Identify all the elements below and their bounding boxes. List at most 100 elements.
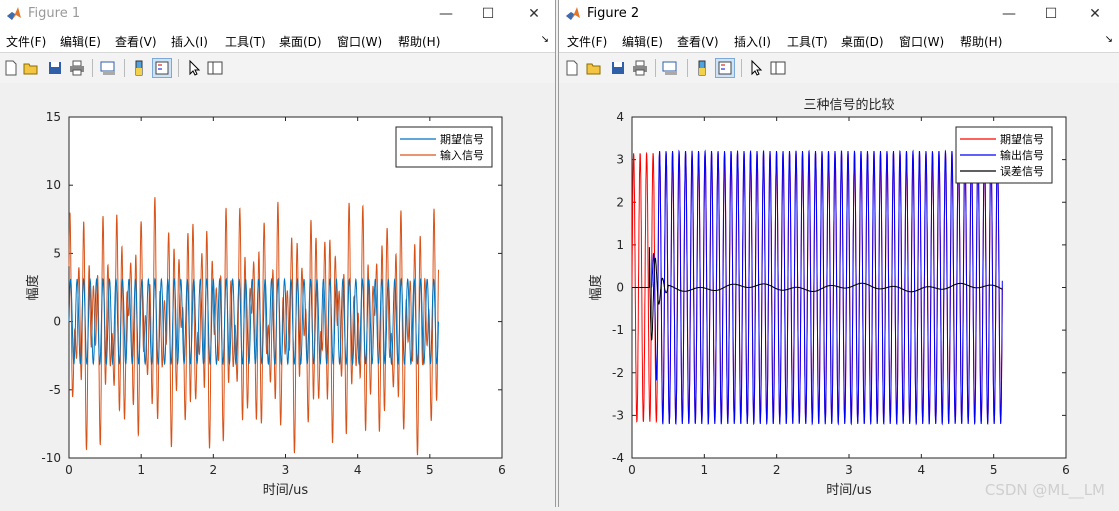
y-axis-label: 幅度 (25, 274, 41, 300)
link-plot-icon[interactable] (661, 59, 679, 77)
figure1-menubar: 文件(F) 编辑(E) 查看(V) 插入(I) 工具(T) 桌面(D) 窗口(W… (0, 28, 555, 53)
y-tick-label: -5 (49, 383, 61, 397)
watermark: CSDN @ML__LM (984, 481, 1105, 499)
menu-window[interactable]: 窗口(W) (899, 33, 944, 50)
figure1-titlebar[interactable]: Figure 1 — ☐ ✕ (0, 0, 555, 28)
menu-desktop[interactable]: 桌面(D) (841, 33, 884, 50)
menu-help[interactable]: 帮助(H) (398, 33, 440, 50)
y-tick-label: -10 (41, 451, 61, 465)
minimize-button[interactable]: — (999, 4, 1019, 24)
x-tick-label: 0 (628, 463, 636, 477)
y-tick-label: 5 (53, 246, 61, 260)
x-tick-label: 4 (918, 463, 926, 477)
legend-label: 输入信号 (440, 148, 484, 162)
toolbar-separator (124, 59, 125, 77)
close-button[interactable]: ✕ (1085, 4, 1105, 24)
x-tick-label: 6 (498, 463, 506, 477)
print-icon[interactable] (68, 59, 86, 77)
x-tick-label: 1 (137, 463, 145, 477)
x-tick-label: 2 (210, 463, 218, 477)
y-tick-label: 15 (46, 110, 61, 124)
legend-label: 输出信号 (1000, 148, 1044, 162)
figure1-canvas: 0 1 2 3 4 5 6 -10 -5 0 5 10 15 时间/us 幅度 期望信号 输入信号 (0, 83, 555, 507)
colorbar-icon[interactable] (130, 59, 148, 77)
colorbar-icon[interactable] (693, 59, 711, 77)
figure2-canvas: 0 1 2 3 4 5 6 -4 -3 -2 -1 0 1 2 3 4 时间/us 幅度 三种信号的比较 期望信号 输出… (559, 83, 1119, 507)
menu-tools[interactable]: 工具(T) (787, 33, 828, 50)
y-tick-label: 1 (616, 238, 624, 252)
figure2-titlebar[interactable]: Figure 2 — ☐ ✕ (559, 0, 1119, 28)
open-file-icon[interactable] (22, 59, 40, 77)
figure2-menubar: 文件(F) 编辑(E) 查看(V) 插入(I) 工具(T) 桌面(D) 窗口(W… (559, 28, 1119, 53)
figure1-toolbar (0, 53, 555, 84)
y-tick-label: -1 (612, 323, 624, 337)
y-tick-label: -3 (612, 408, 624, 422)
minimize-button[interactable]: — (436, 4, 456, 24)
save-icon[interactable] (46, 59, 64, 77)
menu-insert[interactable]: 插入(I) (734, 33, 771, 50)
legend-icon[interactable] (152, 58, 172, 78)
toolbar-separator (687, 59, 688, 77)
figure2-toolbar (559, 53, 1119, 84)
menu-help[interactable]: 帮助(H) (960, 33, 1002, 50)
x-tick-label: 3 (282, 463, 290, 477)
figure1-title: Figure 1 (28, 6, 81, 21)
menu-file[interactable]: 文件(F) (6, 33, 46, 50)
y-axis-label: 幅度 (588, 274, 604, 300)
x-axis-label: 时间/us (263, 483, 309, 498)
pointer-icon[interactable] (185, 59, 203, 77)
figure1-chart[interactable]: 0 1 2 3 4 5 6 -10 -5 0 5 10 15 时间/us 幅度 期望信号输入信号 (0, 83, 555, 507)
legend-label: 期望信号 (440, 133, 484, 146)
x-tick-label: 2 (773, 463, 781, 477)
figure1-window: Figure 1 — ☐ ✕ 文件(F) 编辑(E) 查看(V) 插入(I) 工… (0, 0, 556, 507)
menu-dock-arrow-icon[interactable]: ↘ (541, 34, 549, 45)
toolbar-separator (178, 59, 179, 77)
figure2-chart[interactable]: 0 1 2 3 4 5 6 -4 -3 -2 -1 0 1 2 3 4 时间/us 幅度 三种信号的比较期望信号输出… (559, 83, 1119, 507)
figure2-title: Figure 2 (587, 6, 640, 21)
print-icon[interactable] (631, 59, 649, 77)
plot-browser-icon[interactable] (769, 59, 787, 77)
menu-file[interactable]: 文件(F) (567, 33, 607, 50)
toolbar-separator (741, 59, 742, 77)
y-tick-label: 3 (616, 153, 624, 167)
x-tick-label: 5 (990, 463, 998, 477)
menu-tools[interactable]: 工具(T) (225, 33, 266, 50)
matlab-logo-icon (7, 7, 21, 20)
new-figure-icon[interactable] (2, 59, 20, 77)
x-tick-label: 4 (354, 463, 362, 477)
y-tick-label: -2 (612, 366, 624, 380)
new-figure-icon[interactable] (563, 59, 581, 77)
y-tick-label: 2 (616, 195, 624, 209)
menu-edit[interactable]: 编辑(E) (622, 33, 663, 50)
y-tick-label: 10 (46, 178, 61, 192)
toolbar-separator (655, 59, 656, 77)
maximize-button[interactable]: ☐ (478, 4, 498, 24)
x-tick-label: 1 (701, 463, 709, 477)
menu-dock-arrow-icon[interactable]: ↘ (1105, 34, 1113, 45)
toolbar-separator (92, 59, 93, 77)
pointer-icon[interactable] (747, 59, 765, 77)
matlab-logo-icon (566, 7, 580, 20)
menu-view[interactable]: 查看(V) (677, 33, 719, 50)
legend-icon[interactable] (715, 58, 735, 78)
legend-label: 期望信号 (1000, 133, 1044, 146)
link-plot-icon[interactable] (99, 59, 117, 77)
x-tick-label: 6 (1062, 463, 1070, 477)
save-icon[interactable] (609, 59, 627, 77)
menu-window[interactable]: 窗口(W) (337, 33, 382, 50)
y-tick-label: 0 (53, 315, 61, 329)
menu-view[interactable]: 查看(V) (115, 33, 157, 50)
y-tick-label: 0 (616, 281, 624, 295)
menu-edit[interactable]: 编辑(E) (60, 33, 101, 50)
close-button[interactable]: ✕ (524, 4, 544, 24)
x-tick-label: 3 (845, 463, 853, 477)
x-tick-label: 5 (426, 463, 434, 477)
menu-insert[interactable]: 插入(I) (171, 33, 208, 50)
plot-browser-icon[interactable] (206, 59, 224, 77)
figure2-window: Figure 2 — ☐ ✕ 文件(F) 编辑(E) 查看(V) 插入(I) 工… (558, 0, 1119, 507)
maximize-button[interactable]: ☐ (1041, 4, 1061, 24)
y-tick-label: 4 (616, 110, 624, 124)
menu-desktop[interactable]: 桌面(D) (279, 33, 322, 50)
x-axis-label: 时间/us (826, 483, 872, 498)
open-file-icon[interactable] (585, 59, 603, 77)
